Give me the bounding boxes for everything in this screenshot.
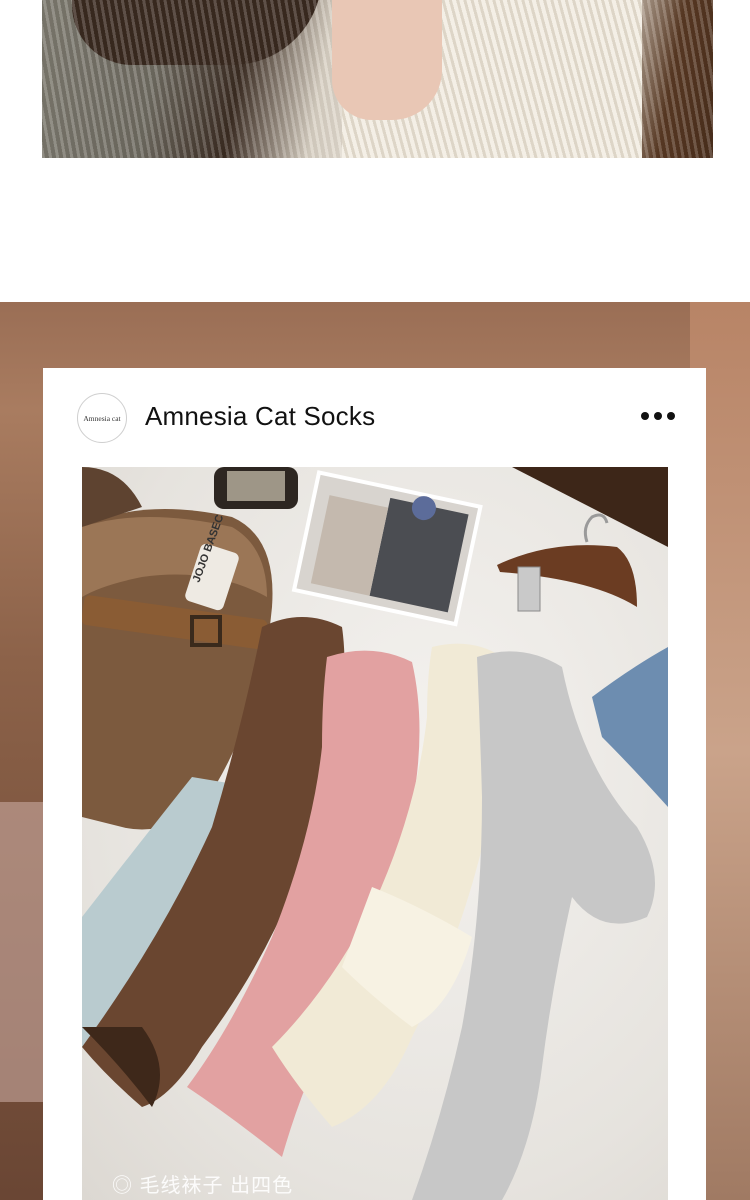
more-dot xyxy=(641,412,649,420)
photo-caption: ◎ 毛线袜子 出四色 xyxy=(112,1175,294,1197)
avatar-text: Amnesia cat xyxy=(83,413,121,423)
socks-illustration: JOJO BASEC xyxy=(82,467,668,1200)
more-dot xyxy=(654,412,662,420)
post-photo[interactable]: JOJO BASEC ◎ 毛线袜子 出四色 xyxy=(82,467,668,1200)
avatar[interactable]: Amnesia cat xyxy=(77,393,127,443)
bottle-label xyxy=(227,471,285,501)
wooden-hanger xyxy=(497,513,637,612)
post-title: Amnesia Cat Socks xyxy=(145,401,376,431)
more-options-icon[interactable] xyxy=(638,406,678,426)
wood-edge xyxy=(512,467,668,547)
hand-shape xyxy=(332,0,442,120)
backdrop-blur-left xyxy=(0,802,44,1102)
post-header: Amnesia cat Amnesia Cat Socks xyxy=(43,368,706,466)
more-dot xyxy=(667,412,675,420)
post-card: Amnesia cat Amnesia Cat Socks JOJO BASEC… xyxy=(43,368,706,1200)
photo-print xyxy=(291,470,483,627)
top-product-photo xyxy=(42,0,713,158)
